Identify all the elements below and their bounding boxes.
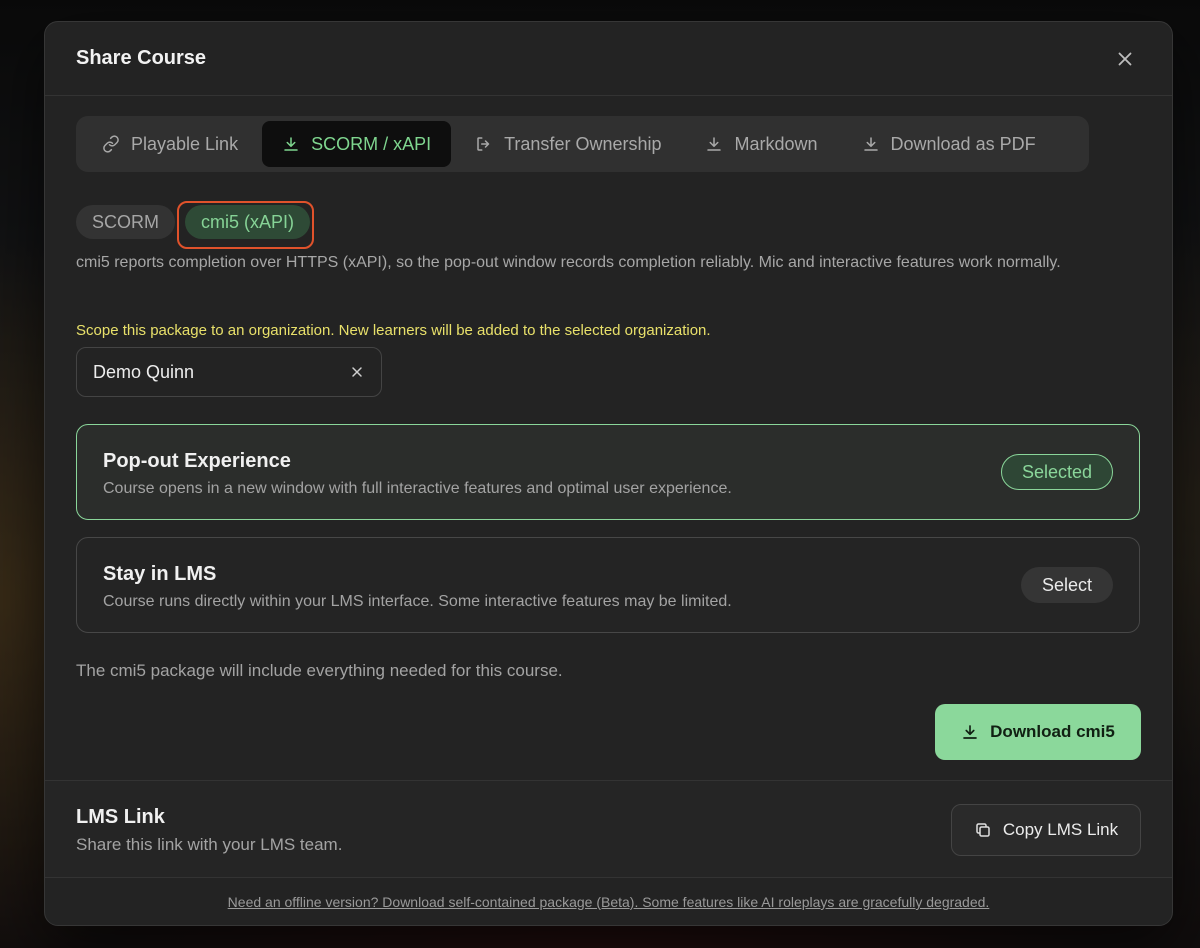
- option-subtitle: Course opens in a new window with full i…: [103, 480, 732, 497]
- clear-icon[interactable]: [349, 364, 365, 380]
- format-description: cmi5 reports completion over HTTPS (xAPI…: [76, 254, 1061, 271]
- download-icon: [863, 137, 878, 151]
- tab-label: SCORM / xAPI: [311, 133, 432, 154]
- option-subtitle: Course runs directly within your LMS int…: [103, 593, 732, 610]
- scope-note: Scope this package to an organization. N…: [76, 322, 711, 339]
- transfer-icon: [477, 137, 490, 151]
- download-cmi5-button[interactable]: Download cmi5: [935, 704, 1141, 760]
- format-tabs: SCORM cmi5 (xAPI): [76, 205, 311, 239]
- download-icon: [284, 137, 298, 151]
- dialog-footer: Need an offline version? Download self-c…: [45, 877, 1172, 925]
- option-pop-out[interactable]: Pop-out Experience Course opens in a new…: [76, 424, 1140, 520]
- offline-package-link[interactable]: Need an offline version? Download self-c…: [45, 894, 1172, 910]
- format-tab-cmi5[interactable]: cmi5 (xAPI): [185, 205, 311, 239]
- tab-download-pdf[interactable]: Download as PDF: [842, 121, 1056, 167]
- format-tab-scorm[interactable]: SCORM: [76, 205, 175, 239]
- link-icon: [103, 135, 119, 153]
- lms-subtitle: Share this link with your LMS team.: [76, 835, 343, 854]
- copy-button-label: Copy LMS Link: [1002, 820, 1119, 839]
- lms-title: LMS Link: [76, 806, 165, 828]
- close-button[interactable]: [1114, 48, 1136, 70]
- option-title: Stay in LMS: [103, 563, 217, 585]
- package-note: The cmi5 package will include everything…: [76, 661, 563, 680]
- selected-button[interactable]: Selected: [1000, 454, 1113, 490]
- tab-markdown[interactable]: Markdown: [685, 121, 837, 167]
- lms-link-section: LMS Link Share this link with your LMS t…: [45, 780, 1172, 877]
- copy-icon: [976, 823, 990, 837]
- dialog-title: Share Course: [76, 47, 207, 69]
- share-course-dialog: Share Course Playable Link SCORM / xAPI …: [44, 21, 1173, 926]
- tab-playable-link[interactable]: Playable Link: [82, 121, 258, 167]
- close-icon: [1118, 52, 1132, 66]
- tab-label: Markdown: [734, 133, 818, 154]
- organization-select[interactable]: Demo Quinn: [76, 347, 382, 397]
- share-tabs: Playable Link SCORM / xAPI Transfer Owne…: [76, 116, 1089, 172]
- tab-label: Transfer Ownership: [504, 133, 662, 154]
- dialog-header: Share Course: [45, 22, 1172, 96]
- download-button-label: Download cmi5: [990, 722, 1115, 741]
- tab-transfer-ownership[interactable]: Transfer Ownership: [455, 121, 681, 167]
- download-icon: [707, 137, 722, 151]
- option-title: Pop-out Experience: [103, 450, 291, 472]
- copy-lms-link-button[interactable]: Copy LMS Link: [951, 804, 1141, 856]
- tab-label: Playable Link: [131, 133, 239, 154]
- option-stay-in-lms[interactable]: Stay in LMS Course runs directly within …: [76, 537, 1140, 633]
- select-button[interactable]: Select: [1020, 567, 1113, 603]
- tab-scorm-xapi[interactable]: SCORM / xAPI: [262, 121, 452, 167]
- download-icon: [963, 725, 977, 739]
- organization-value: Demo Quinn: [93, 361, 195, 382]
- tab-label: Download as PDF: [890, 133, 1036, 154]
